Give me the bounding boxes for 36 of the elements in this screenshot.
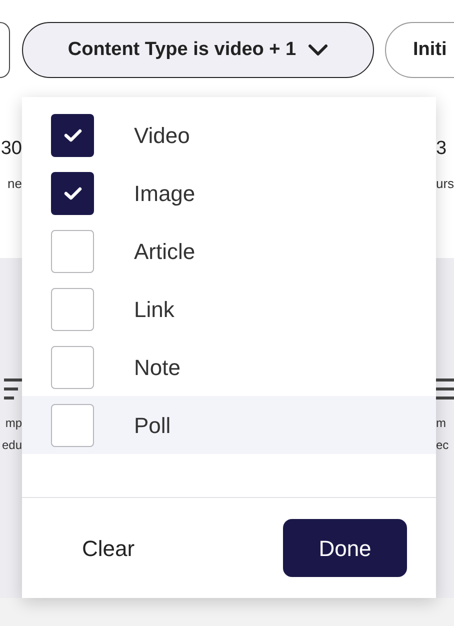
checkbox-option[interactable]: Video bbox=[22, 106, 436, 164]
chevron-down-icon bbox=[308, 44, 328, 56]
checkbox[interactable] bbox=[51, 230, 94, 272]
checkbox[interactable] bbox=[51, 404, 94, 446]
filter-chip[interactable]: Content Type is video + 1 bbox=[22, 22, 374, 78]
card-text: edu bbox=[2, 439, 22, 454]
stat-value: 3 bbox=[436, 137, 447, 161]
stat-value: 30 bbox=[0, 137, 22, 161]
card-text: m bbox=[436, 417, 446, 432]
option-label: Video bbox=[134, 122, 190, 150]
checkbox[interactable] bbox=[51, 172, 94, 214]
checkbox-option[interactable]: Note bbox=[22, 338, 436, 396]
option-label: Link bbox=[134, 296, 174, 324]
option-label: Note bbox=[134, 354, 180, 382]
done-button[interactable]: Done bbox=[283, 519, 407, 577]
lines-icon bbox=[436, 377, 454, 401]
checkbox-option[interactable]: Image bbox=[22, 164, 436, 222]
checkbox[interactable] bbox=[51, 288, 94, 330]
option-label: Poll bbox=[134, 412, 171, 440]
checkbox[interactable] bbox=[51, 114, 94, 156]
checkmark-icon bbox=[62, 186, 82, 200]
checkbox-option[interactable]: Poll bbox=[22, 396, 436, 454]
option-label: Image bbox=[134, 180, 196, 208]
checkbox-option[interactable]: Link bbox=[22, 280, 436, 338]
card-text: ec bbox=[436, 439, 449, 454]
filter-chip[interactable] bbox=[0, 22, 10, 78]
stat-label: ne bbox=[8, 177, 22, 193]
lines-icon bbox=[4, 377, 22, 401]
filter-chip[interactable]: Initi bbox=[385, 22, 454, 78]
checkmark-icon bbox=[62, 128, 82, 142]
card-text: mp bbox=[5, 417, 22, 432]
option-label: Article bbox=[134, 238, 196, 266]
checkbox-option[interactable]: Article bbox=[22, 222, 436, 280]
clear-button[interactable]: Clear bbox=[62, 526, 155, 570]
stat-label: urs bbox=[436, 177, 454, 193]
checkbox[interactable] bbox=[51, 346, 94, 388]
